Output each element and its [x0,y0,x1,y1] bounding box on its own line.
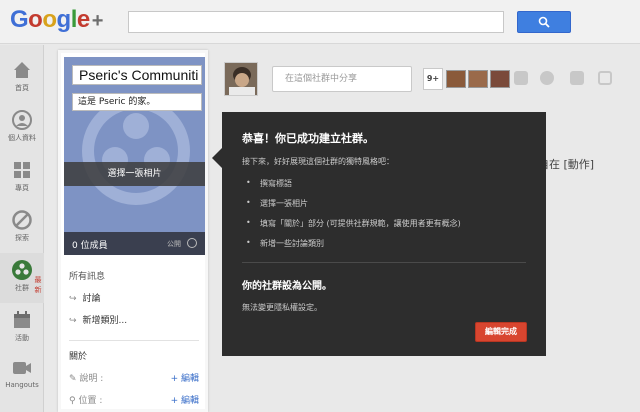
visibility-label: 公開 [167,240,181,248]
setup-tooltip-panel: 恭喜！你已成功建立社群。 接下來，好好展現這個社群的獨特風格吧： • 撰寫標語 •… [212,112,546,356]
tooltip-title: 恭喜！你已成功建立社群。 [242,132,374,145]
bullet-icon: • [246,198,251,207]
step-text: 選擇一張相片 [260,199,308,208]
tooltip-step: • 新增一些討論類別 [246,238,324,249]
arrow-icon: ↪ [69,294,77,304]
divider [242,262,526,263]
search-button[interactable] [517,11,571,33]
about-label: 位置 : [78,396,103,406]
hangouts-icon [13,362,31,374]
bullet-icon: • [246,238,251,247]
globe-icon [187,238,197,248]
choose-photo-button[interactable]: 選擇一張相片 [64,162,205,186]
photo-thumbnail[interactable] [490,70,510,88]
logo-letter: o [28,6,43,33]
search-input[interactable] [128,11,504,33]
avatar[interactable] [224,62,258,96]
add-category-link[interactable]: ↪ 新增類別... [69,313,127,326]
top-bar: Google + [0,0,640,44]
pencil-icon: ✎ [69,374,80,384]
event-icon[interactable] [570,71,584,85]
rail-item-explore[interactable]: 探索 [0,203,44,253]
community-tagline-input[interactable]: 這是 Pseric 的家。 [72,93,202,111]
rail-item-pages[interactable]: 專頁 [0,153,44,203]
member-count[interactable]: 0 位成員 [72,238,108,251]
profile-icon [12,110,32,130]
category-item[interactable]: ↪ 討論 [69,291,101,304]
rail-item-label: 活動 [15,334,29,342]
logo-letter: o [42,6,57,33]
about-location-row: ⚲ 位置 : + 編輯 [69,393,199,406]
about-description-row: ✎ 說明 : + 編輯 [69,371,199,384]
logo-letter: G [10,6,29,33]
tooltip-step: • 填寫「關於」部分 (可提供社群規範，讓使用者更有概念) [246,218,461,229]
rail-item-label: 首頁 [15,84,29,92]
explore-icon [12,210,32,230]
about-heading: 關於 [69,352,88,362]
community-logo-icon [82,97,190,205]
cover-footer: 0 位成員 公開 [64,232,205,255]
tooltip-intro: 接下來，好好展現這個社群的獨特風格吧： [242,157,394,166]
rail-item-events[interactable]: 活動 [0,303,44,353]
community-name-input[interactable]: Pseric's Communiti [72,65,202,85]
left-navigation-rail: 首頁 個人資料 專頁 探索 社群 最新 活動 Hangouts [0,45,44,412]
home-icon [14,62,30,78]
community-card: Pseric's Communiti 這是 Pseric 的家。 選擇一張相片 … [58,50,208,412]
rail-item-communities[interactable]: 社群 最新 [0,253,44,303]
step-text: 新增一些討論類別 [260,239,324,248]
rail-item-label: Hangouts [5,381,39,389]
rail-item-label: 專頁 [15,184,29,192]
done-editing-button[interactable]: 編輯完成 [475,322,527,342]
avatar-shirt [229,87,255,95]
category-label: 新增類別... [82,316,128,326]
logo-letter: g [56,6,72,33]
logo-dot [123,113,149,139]
avatar-face [235,73,249,87]
cover-photo[interactable]: Pseric's Communiti 這是 Pseric 的家。 選擇一張相片 … [64,57,205,255]
about-label: 說明 : [79,374,104,384]
edit-description-link[interactable]: + 編輯 [171,371,199,384]
bullet-icon: • [246,178,251,187]
rail-item-label: 探索 [15,234,29,242]
public-heading: 你的社群設為公開。 [242,281,332,292]
photo-icon[interactable] [514,71,528,85]
pages-icon [14,162,30,178]
category-label: 討論 [82,294,101,304]
new-badge: 最新 [34,276,42,294]
background-post-text: 自在 [動作] [538,158,595,171]
step-text: 填寫「關於」部分 (可提供社群規範，讓使用者更有概念) [260,219,461,228]
tooltip-step: • 選擇一張相片 [246,198,308,209]
search-icon [538,16,550,28]
all-posts-link[interactable]: 所有訊息 [69,269,105,282]
logo-letter: e [76,6,90,33]
rail-item-home[interactable]: 首頁 [0,53,44,103]
plus-button[interactable]: 9+ [423,68,443,90]
edit-location-link[interactable]: + 編輯 [171,393,199,406]
bullet-icon: • [246,218,251,227]
divider [69,340,199,341]
video-icon[interactable] [540,71,554,85]
share-input[interactable]: 在這個社群中分享 [272,66,412,92]
arrow-icon: ↪ [69,316,77,326]
rail-item-label: 個人資料 [8,134,36,142]
google-plus-logo[interactable]: Google + [10,6,103,34]
events-icon [14,311,30,328]
logo-plus: + [91,10,104,32]
privacy-note: 無法變更隱私權設定。 [242,303,322,312]
rail-item-hangouts[interactable]: Hangouts [0,351,44,401]
step-text: 撰寫標語 [260,179,292,188]
rail-item-profile[interactable]: 個人資料 [0,103,44,153]
tooltip-step: • 撰寫標語 [246,178,292,189]
communities-icon [12,260,32,280]
photo-thumbnail[interactable] [446,70,466,88]
photo-thumbnail[interactable] [468,70,488,88]
link-icon[interactable] [598,71,612,85]
